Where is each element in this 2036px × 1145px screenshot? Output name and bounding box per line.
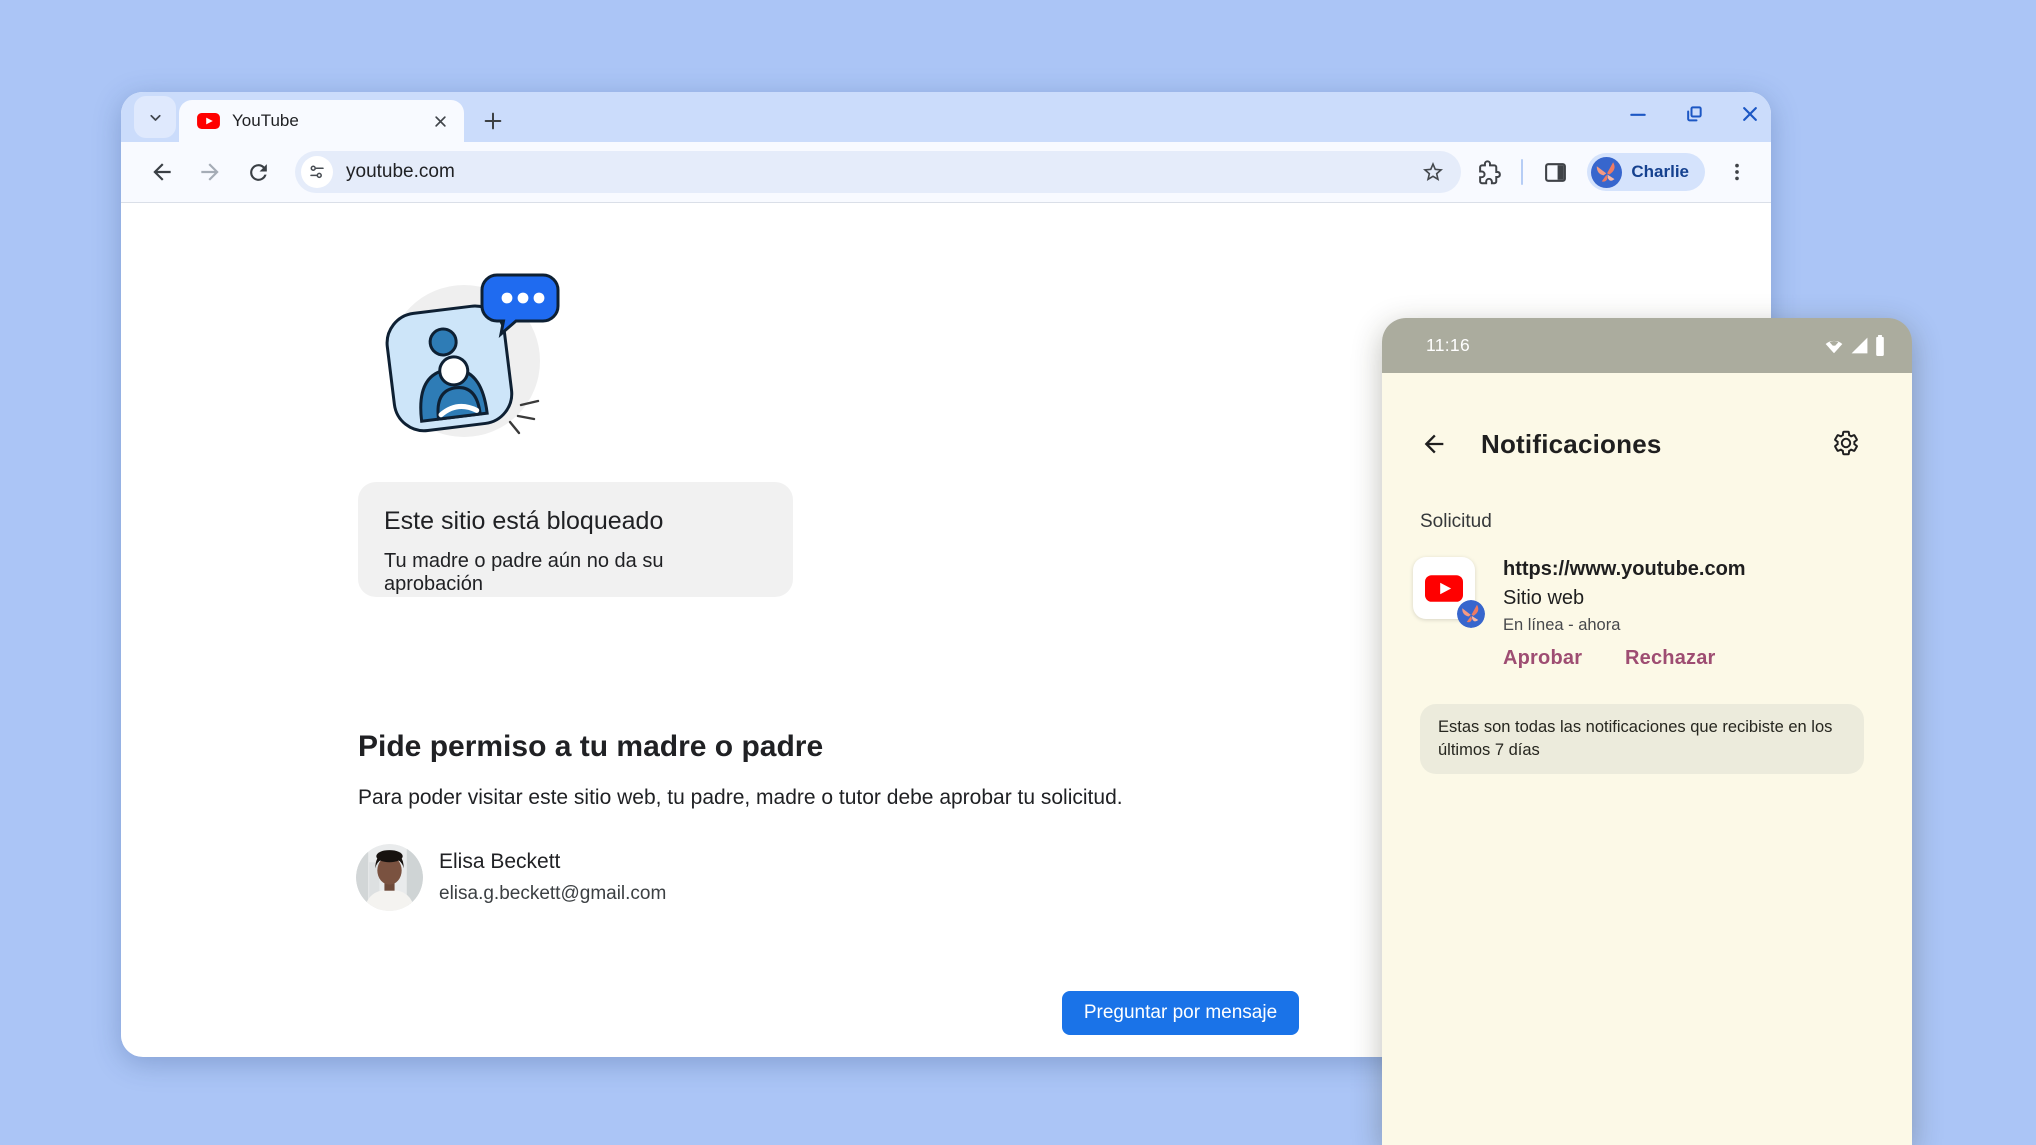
forward-button[interactable] [193,155,227,189]
site-settings-button[interactable] [301,156,333,188]
reload-button[interactable] [241,155,275,189]
page-title: Pide permiso a tu madre o padre [358,730,823,764]
phone-panel: 11:16 Notificaciones Solicitud [1382,318,1912,1145]
tab-strip: YouTube [121,92,1771,142]
request-kind: Sitio web [1503,587,1584,610]
star-icon [1421,160,1445,184]
parent-name: Elisa Beckett [439,850,666,874]
parent-avatar [356,844,423,911]
window-close-icon [1740,104,1760,124]
notifications-title: Notificaciones [1481,429,1662,460]
parent-account-row: Elisa Beckett elisa.g.beckett@gmail.com [356,844,666,911]
phone-back-button[interactable] [1420,430,1448,463]
ask-by-message-button[interactable]: Preguntar por mensaje [1062,991,1299,1035]
tab-search-button[interactable] [134,96,176,138]
parent-avatar-image [356,844,423,911]
tune-icon [308,163,326,181]
profile-name: Charlie [1631,162,1689,182]
status-time: 11:16 [1426,335,1470,356]
approve-button[interactable]: Aprobar [1503,647,1582,670]
forward-icon [197,159,223,185]
address-bar[interactable]: youtube.com [295,151,1461,193]
window-restore-button[interactable] [1683,103,1705,125]
request-site-icon [1413,557,1475,619]
notifications-footer-note: Estas son todas las notificaciones que r… [1420,704,1864,774]
request-url: https://www.youtube.com [1503,558,1746,581]
gear-icon [1832,429,1860,457]
tab-youtube[interactable]: YouTube [179,100,464,142]
kebab-menu-icon [1726,161,1748,183]
window-minimize-button[interactable] [1627,103,1649,125]
notification-settings-button[interactable] [1832,429,1860,462]
signal-icon [1850,336,1869,355]
minimize-icon [1628,104,1648,124]
profile-button[interactable]: Charlie [1587,153,1705,191]
reload-icon [246,160,271,185]
bookmark-button[interactable] [1421,160,1445,184]
reject-button[interactable]: Rechazar [1625,647,1716,670]
chevron-down-icon [147,109,164,126]
window-close-button[interactable] [1739,103,1761,125]
youtube-logo-icon [1425,575,1463,602]
back-button[interactable] [145,155,179,189]
close-icon [433,114,448,129]
side-panel-button[interactable] [1539,156,1571,188]
toolbar-right: Charlie [1473,153,1753,191]
url-text: youtube.com [346,161,1421,183]
blocked-status-title: Este sitio está bloqueado [384,507,767,536]
profile-avatar [1591,157,1622,188]
arrow-back-icon [1420,430,1448,458]
youtube-favicon-icon [197,113,220,129]
blocked-status-box: Este sitio está bloqueado Tu madre o pad… [358,482,793,597]
family-chat-illustration [361,265,576,437]
toolbar-divider [1521,159,1523,185]
page-description: Para poder visitar este sitio web, tu pa… [358,786,1123,810]
parent-email: elisa.g.beckett@gmail.com [439,883,666,905]
tab-close-button[interactable] [433,114,448,129]
plus-icon [482,110,504,132]
side-panel-icon [1543,160,1568,185]
phone-status-bar: 11:16 [1382,318,1912,373]
notifications-screen: Notificaciones Solicitud https://www.you… [1382,373,1912,1145]
extensions-button[interactable] [1473,156,1505,188]
battery-icon [1874,335,1886,356]
child-avatar-badge [1457,600,1485,628]
wifi-icon [1823,336,1845,356]
parent-info: Elisa Beckett elisa.g.beckett@gmail.com [439,850,666,905]
request-presence: En línea - ahora [1503,616,1620,635]
section-label: Solicitud [1420,511,1492,533]
restore-icon [1684,104,1704,124]
tab-title: YouTube [232,111,433,131]
extensions-icon [1477,160,1502,185]
desktop: YouTube [0,0,2036,1145]
browser-menu-button[interactable] [1721,156,1753,188]
browser-toolbar: youtube.com Charlie [121,142,1771,203]
blocked-status-subtitle: Tu madre o padre aún no da su aprobación [384,550,767,596]
new-tab-button[interactable] [477,105,509,137]
status-icons [1823,335,1886,356]
back-icon [149,159,175,185]
